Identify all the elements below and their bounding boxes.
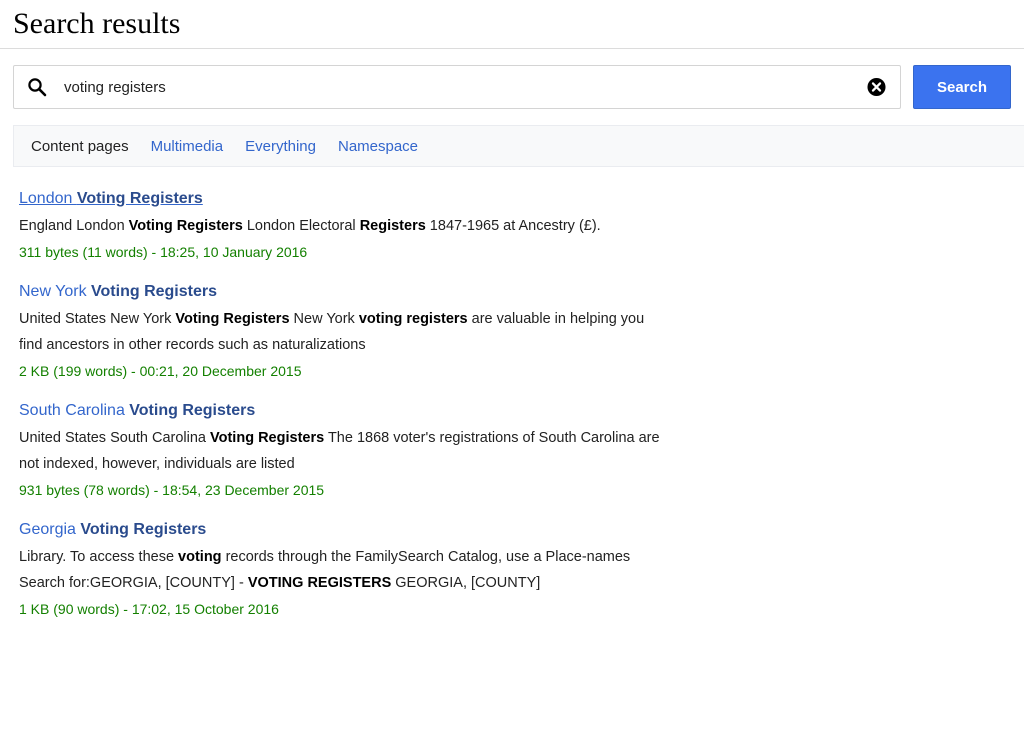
filter-tab-namespace[interactable]: Namespace <box>338 138 418 155</box>
filter-tab-multimedia[interactable]: Multimedia <box>151 138 224 155</box>
result-title-plain: South Carolina <box>19 402 130 420</box>
search-result-item: New York Voting Registers United States N… <box>19 281 1024 383</box>
result-title-plain: Georgia <box>19 521 81 539</box>
search-result-meta: 1 KB (90 words) - 17:02, 15 October 2016 <box>19 600 279 617</box>
snippet-text: Library. To access these <box>19 548 179 565</box>
filter-tab-content-pages: Content pages <box>31 137 129 155</box>
search-result-item: South Carolina Voting Registers United St… <box>19 400 1024 502</box>
result-title-match: Voting Registers <box>129 402 256 420</box>
result-title-plain: London <box>19 190 77 207</box>
search-input[interactable] <box>14 66 900 108</box>
search-results-list: London Voting Registers England London Vo… <box>0 167 1024 621</box>
search-result-title-link[interactable]: Georgia Voting Registers <box>19 519 206 541</box>
snippet-text: New York <box>289 310 359 327</box>
search-result-snippet: Library. To access these voting records … <box>19 545 664 597</box>
search-icon <box>27 77 47 97</box>
result-title-match: Voting Registers <box>76 190 203 207</box>
search-result-meta: 311 bytes (11 words) - 18:25, 10 January… <box>19 243 308 260</box>
search-result-item: Georgia Voting Registers Library. To acce… <box>19 519 1024 621</box>
search-input-container[interactable] <box>13 65 901 109</box>
search-filter-tabs: Content pages Multimedia Everything Namespa… <box>13 125 1024 167</box>
snippet-match: Voting Registers <box>128 217 243 234</box>
search-result-title-link[interactable]: South Carolina Voting Registers <box>19 400 255 422</box>
page-title: Search results <box>0 0 1024 49</box>
snippet-text: London Electoral <box>242 217 360 234</box>
snippet-text: 1847-1965 at Ancestry (£). <box>425 217 601 234</box>
search-submit-button[interactable]: Search <box>913 65 1011 109</box>
search-result-snippet: United States New York Voting Registers … <box>19 307 664 359</box>
search-result-item: London Voting Registers England London Vo… <box>19 188 1024 264</box>
search-result-snippet: United States South Carolina Voting Regi… <box>19 426 664 478</box>
snippet-match: voting <box>178 548 222 565</box>
snippet-text: England London <box>19 217 129 234</box>
snippet-text: United States New York <box>19 310 176 327</box>
snippet-match: Voting Registers <box>175 310 290 327</box>
snippet-text: United States South Carolina <box>19 429 211 446</box>
search-form: Search <box>0 49 1024 109</box>
snippet-text: GEORGIA, [COUNTY] <box>391 574 541 591</box>
search-result-meta: 2 KB (199 words) - 00:21, 20 December 20… <box>19 362 302 379</box>
search-result-snippet: England London Voting Registers London E… <box>19 214 664 240</box>
snippet-match: Voting Registers <box>210 429 325 446</box>
snippet-match: Registers <box>359 217 426 234</box>
result-title-match: Voting Registers <box>80 521 207 539</box>
search-result-title-link[interactable]: London Voting Registers <box>19 188 203 210</box>
filter-tab-everything[interactable]: Everything <box>245 138 316 155</box>
search-result-meta: 931 bytes (78 words) - 18:54, 23 Decembe… <box>19 481 325 498</box>
clear-search-icon[interactable] <box>867 77 886 97</box>
snippet-match: voting registers <box>358 310 468 327</box>
result-title-plain: New York <box>19 283 92 301</box>
search-result-title-link[interactable]: New York Voting Registers <box>19 281 217 303</box>
result-title-match: Voting Registers <box>91 283 217 301</box>
snippet-match: VOTING REGISTERS <box>247 574 392 591</box>
